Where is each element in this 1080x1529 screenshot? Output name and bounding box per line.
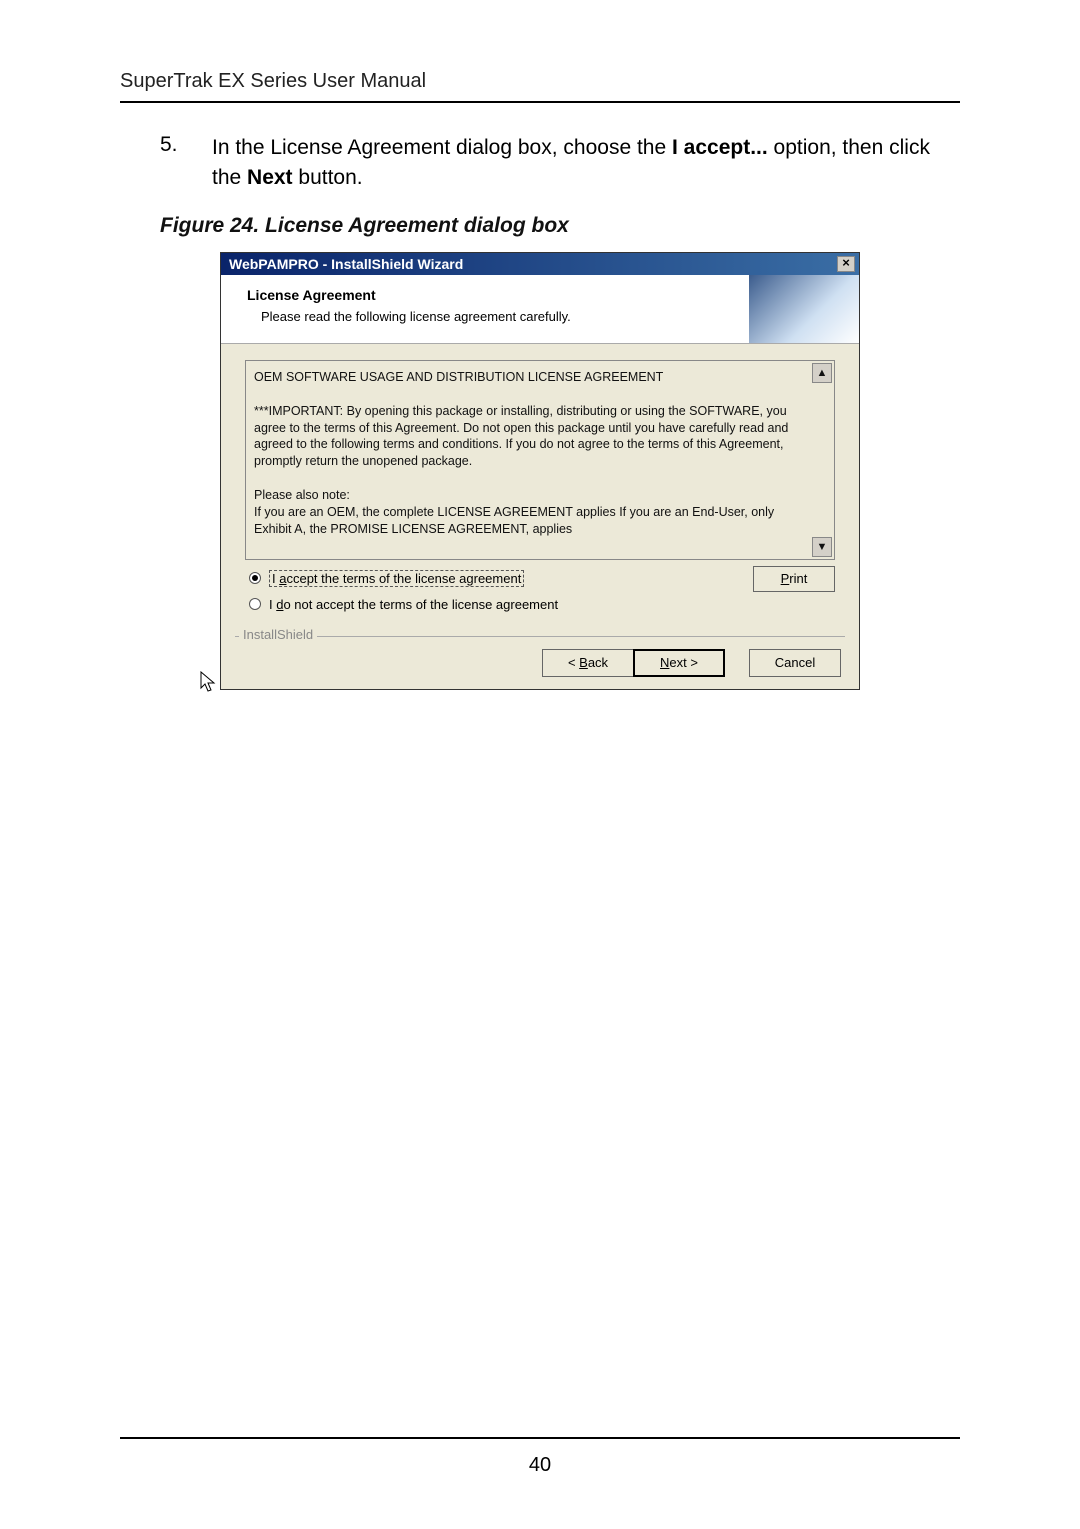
step-text-a: In the License Agreement dialog box, cho…: [212, 136, 672, 159]
next-u: N: [660, 655, 669, 670]
step-number: 5.: [160, 133, 188, 194]
scroll-up-icon[interactable]: ▲: [812, 363, 832, 383]
step-bold-next: Next: [247, 166, 293, 189]
dialog-header: License Agreement Please read the follow…: [221, 275, 859, 344]
next-post: ext >: [669, 655, 698, 670]
header-rule: [120, 101, 960, 103]
back-pre: <: [568, 655, 579, 670]
license-para-3: Please also note:: [254, 487, 806, 504]
dialog-title: WebPAMPRO - InstallShield Wizard: [229, 256, 463, 272]
radio-reject-label: I do not accept the terms of the license…: [269, 597, 558, 612]
radio-accept-label: I accept the terms of the license agreem…: [269, 570, 524, 587]
print-post: rint: [789, 571, 807, 586]
step-bold-accept: I accept...: [672, 136, 768, 159]
figure-caption: Figure 24. License Agreement dialog box: [160, 214, 960, 238]
print-u: P: [781, 571, 790, 586]
step-text-c: button.: [293, 166, 363, 189]
license-para-4: If you are an OEM, the complete LICENSE …: [254, 504, 806, 538]
next-button[interactable]: Next >: [633, 649, 725, 677]
dialog-header-title: License Agreement: [247, 287, 571, 303]
radio-accept-row[interactable]: I accept the terms of the license agreem…: [249, 570, 558, 587]
step-5: 5. In the License Agreement dialog box, …: [160, 133, 960, 194]
back-post: ack: [588, 655, 608, 670]
close-button[interactable]: ×: [837, 256, 855, 272]
step-text: In the License Agreement dialog box, cho…: [212, 133, 960, 194]
installshield-label: InstallShield: [239, 627, 317, 642]
cancel-button[interactable]: Cancel: [749, 649, 841, 677]
radio-reject[interactable]: [249, 598, 261, 610]
dialog-titlebar: WebPAMPRO - InstallShield Wizard ×: [221, 253, 859, 275]
reject-post: o not accept the terms of the license ag…: [283, 597, 558, 612]
license-dialog: WebPAMPRO - InstallShield Wizard × Licen…: [220, 252, 860, 690]
accept-post: ccept the terms of the license agreement: [286, 571, 521, 586]
license-scrollbar[interactable]: ▲ ▼: [812, 363, 832, 557]
footer-rule: [120, 1437, 960, 1439]
dialog-footer: InstallShield < Back Next > Cancel: [235, 636, 845, 677]
back-u: B: [579, 655, 588, 670]
license-text-box: OEM SOFTWARE USAGE AND DISTRIBUTION LICE…: [245, 360, 835, 560]
back-button[interactable]: < Back: [542, 649, 634, 677]
print-button[interactable]: Print: [753, 566, 835, 592]
license-para-1: OEM SOFTWARE USAGE AND DISTRIBUTION LICE…: [254, 369, 806, 386]
manual-header: SuperTrak EX Series User Manual: [120, 70, 960, 93]
scroll-down-icon[interactable]: ▼: [812, 537, 832, 557]
radio-accept[interactable]: [249, 572, 261, 584]
license-para-2: ***IMPORTANT: By opening this package or…: [254, 403, 806, 471]
dialog-header-subtitle: Please read the following license agreem…: [247, 309, 571, 324]
dialog-header-image: [749, 275, 859, 343]
radio-reject-row[interactable]: I do not accept the terms of the license…: [249, 597, 558, 612]
page-number: 40: [0, 1454, 1080, 1477]
